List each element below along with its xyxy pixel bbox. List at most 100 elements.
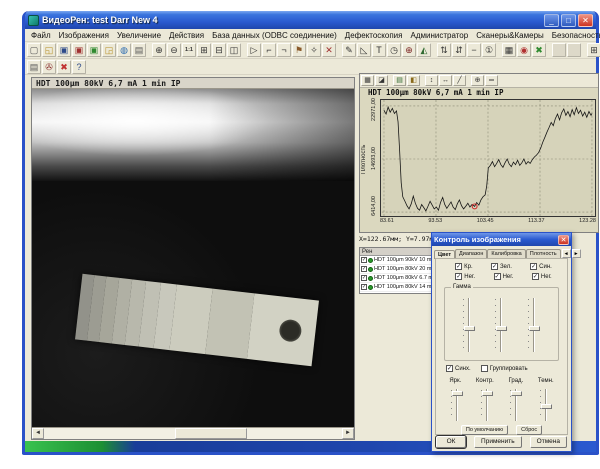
- chart-toolbar-button[interactable]: ◪: [375, 75, 388, 86]
- toolbar-button[interactable]: ⊖: [167, 43, 181, 57]
- menu-item[interactable]: Изображения: [55, 30, 113, 41]
- toolbar-button[interactable]: [567, 43, 581, 57]
- toolbar-button[interactable]: ▣: [57, 43, 71, 57]
- toolbar-button[interactable]: ✧: [307, 43, 321, 57]
- list-item[interactable]: HDT 100μm 80kV 14 mA: [360, 283, 431, 292]
- toolbar-button[interactable]: ▢: [27, 43, 41, 57]
- menu-item[interactable]: Действия: [165, 30, 208, 41]
- chart-toolbar-button[interactable]: ⊕: [471, 75, 484, 86]
- row-checkbox[interactable]: [361, 275, 367, 281]
- toolbar-button[interactable]: [552, 43, 566, 57]
- slider-thumb[interactable]: [482, 391, 493, 396]
- menu-item[interactable]: Дефектоскопия: [341, 30, 407, 41]
- tab-scroll-arrow[interactable]: ►: [572, 249, 581, 258]
- list-item[interactable]: HDT 100μm 90kV 10 mA: [360, 256, 431, 265]
- toolbar-button[interactable]: ✎: [342, 43, 356, 57]
- toolbar-button[interactable]: ◷: [387, 43, 401, 57]
- toolbar-button[interactable]: −: [467, 43, 481, 57]
- menu-item[interactable]: Администратор: [406, 30, 472, 41]
- menu-item[interactable]: Сканеры&Камеры: [472, 30, 548, 41]
- default-button[interactable]: По умолчанию: [461, 425, 508, 435]
- chart-toolbar-button[interactable]: ↔: [439, 75, 452, 86]
- scroll-left-arrow[interactable]: ◄: [32, 428, 44, 439]
- slider-thumb[interactable]: [529, 326, 540, 331]
- toolbar-button[interactable]: ⇅: [437, 43, 451, 57]
- close-button[interactable]: ✕: [578, 14, 593, 27]
- toolbar-button[interactable]: ▣: [72, 43, 86, 57]
- toolbar-button[interactable]: ⇵: [452, 43, 466, 57]
- toolbar-button[interactable]: ⌐: [262, 43, 276, 57]
- chart-toolbar-button[interactable]: ◧: [407, 75, 420, 86]
- scroll-thumb[interactable]: [175, 428, 247, 439]
- list-item[interactable]: HDT 100μm 80kV 20 mA: [360, 265, 431, 274]
- menu-item[interactable]: Увеличение: [113, 30, 165, 41]
- toolbar-button[interactable]: 1:1: [182, 43, 196, 57]
- toolbar-button[interactable]: ¬: [277, 43, 291, 57]
- toolbar-button[interactable]: T: [372, 43, 386, 57]
- toolbar-button[interactable]: ◭: [417, 43, 431, 57]
- channel-checkbox[interactable]: Кр.: [455, 263, 473, 270]
- chart-toolbar-button[interactable]: ▦: [361, 75, 374, 86]
- apply-button[interactable]: Применить: [474, 436, 522, 448]
- menu-item[interactable]: База данных (ODBC соединение): [208, 30, 341, 41]
- toolbar-button[interactable]: ⊞: [197, 43, 211, 57]
- negative-checkbox[interactable]: Нег.: [494, 273, 514, 280]
- row-checkbox[interactable]: [361, 284, 367, 290]
- channel-checkbox[interactable]: Син.: [530, 263, 552, 270]
- toolbar-button[interactable]: ▦: [502, 43, 516, 57]
- xray-image[interactable]: [32, 89, 354, 427]
- toolbar-button[interactable]: ◉: [517, 43, 531, 57]
- menu-item[interactable]: Безопасность: [548, 30, 600, 41]
- toolbar-button[interactable]: ▤: [27, 60, 41, 74]
- gamma-slider[interactable]: [461, 296, 477, 354]
- toolbar-button[interactable]: ◱: [42, 43, 56, 57]
- dialog-tab[interactable]: Диапазон: [455, 249, 487, 258]
- negative-checkbox[interactable]: Нег.: [532, 273, 552, 280]
- slider-thumb[interactable]: [541, 404, 552, 409]
- toolbar-button[interactable]: ①: [482, 43, 496, 57]
- toolbar-button[interactable]: ◲: [102, 43, 116, 57]
- toolbar-button[interactable]: ◫: [227, 43, 241, 57]
- toolbar-button[interactable]: ✇: [42, 60, 56, 74]
- maximize-button[interactable]: □: [561, 14, 576, 27]
- toolbar-button[interactable]: ◺: [357, 43, 371, 57]
- toolbar-button[interactable]: ⊕: [402, 43, 416, 57]
- toolbar-button[interactable]: ▣: [87, 43, 101, 57]
- gamma-slider[interactable]: [493, 296, 509, 354]
- reset-button[interactable]: Сброс: [516, 425, 542, 435]
- slider-thumb[interactable]: [511, 391, 522, 396]
- toolbar-button[interactable]: ▷: [247, 43, 261, 57]
- chart-toolbar-button[interactable]: ↕: [425, 75, 438, 86]
- group-checkbox[interactable]: Группировать: [481, 365, 528, 372]
- dialog-tab[interactable]: Плотность: [526, 249, 561, 258]
- chart-toolbar-button[interactable]: ▤: [393, 75, 406, 86]
- sync-checkbox[interactable]: Синх.: [446, 365, 471, 372]
- row-checkbox[interactable]: [361, 266, 367, 272]
- minimize-button[interactable]: _: [544, 14, 559, 27]
- dialog-close-button[interactable]: ✕: [558, 235, 569, 245]
- slider-thumb[interactable]: [464, 326, 475, 331]
- gamma-slider[interactable]: [526, 296, 542, 354]
- adjust-slider[interactable]: [449, 387, 465, 423]
- toolbar-button[interactable]: ?: [72, 60, 86, 74]
- negative-checkbox[interactable]: Нег.: [455, 273, 475, 280]
- toolbar-button[interactable]: ✖: [532, 43, 546, 57]
- density-profile-plot[interactable]: [380, 99, 596, 217]
- list-item[interactable]: HDT 100μm 80kV 6.7 mA: [360, 274, 431, 283]
- tab-scroll-arrow[interactable]: ◄: [562, 249, 571, 258]
- scroll-right-arrow[interactable]: ►: [342, 428, 354, 439]
- chart-toolbar-button[interactable]: ╱: [453, 75, 466, 86]
- toolbar-button[interactable]: ✕: [322, 43, 336, 57]
- toolbar-button[interactable]: ✖: [57, 60, 71, 74]
- slider-thumb[interactable]: [496, 326, 507, 331]
- toolbar-button[interactable]: ◍: [117, 43, 131, 57]
- toolbar-button[interactable]: ⚑: [292, 43, 306, 57]
- adjust-slider[interactable]: [479, 387, 495, 423]
- row-checkbox[interactable]: [361, 257, 367, 263]
- slider-thumb[interactable]: [452, 391, 463, 396]
- toolbar-button[interactable]: ⊟: [212, 43, 226, 57]
- chart-toolbar-button[interactable]: ═: [485, 75, 498, 86]
- dialog-tab[interactable]: Калибровка: [487, 249, 525, 258]
- adjust-slider[interactable]: [508, 387, 524, 423]
- channel-checkbox[interactable]: Зел.: [491, 263, 512, 270]
